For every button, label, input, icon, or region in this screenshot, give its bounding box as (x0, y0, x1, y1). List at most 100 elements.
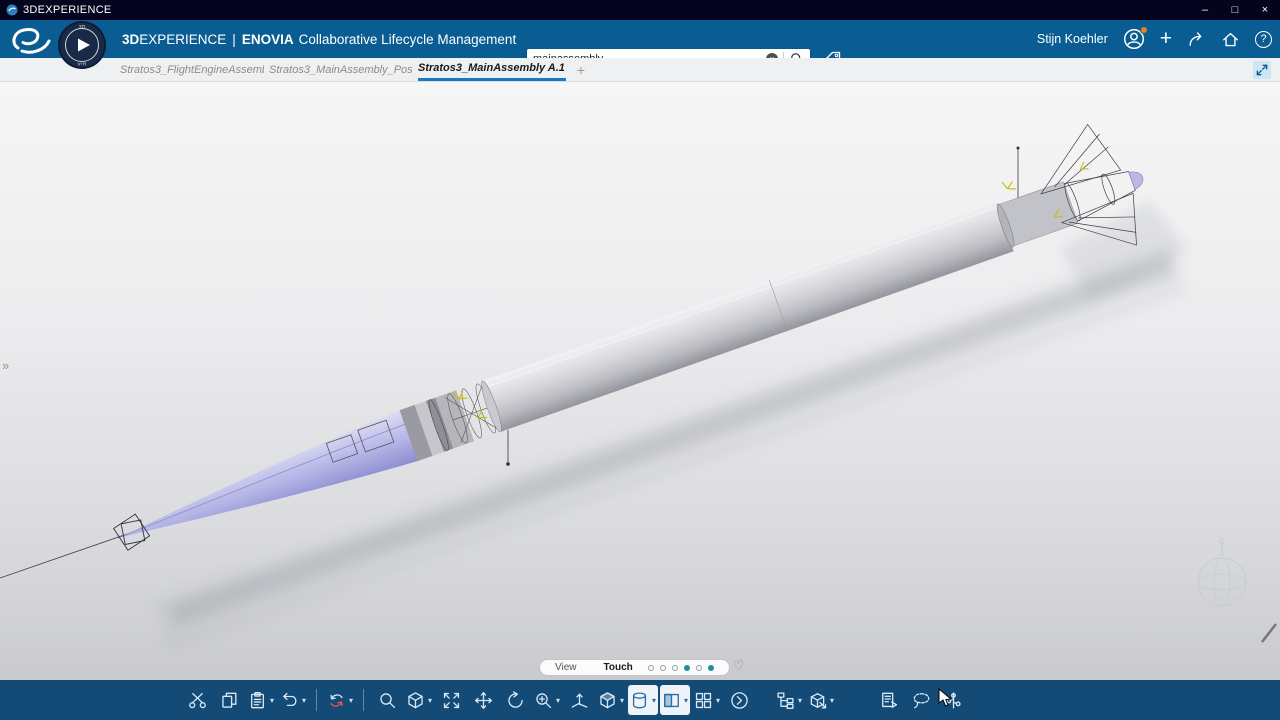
update-button[interactable]: ▾ (325, 685, 355, 715)
mode-dot[interactable] (708, 665, 714, 671)
3d-scene (0, 82, 1280, 680)
home-button[interactable] (1221, 30, 1240, 49)
fit-all-icon (442, 691, 461, 710)
mode-dot[interactable] (696, 665, 702, 671)
update-icon (327, 691, 346, 710)
view-mode-label: View (555, 662, 577, 673)
rotate-button[interactable] (500, 685, 530, 715)
annotation-notes-icon (880, 691, 899, 710)
3d-viewport[interactable] (0, 82, 1280, 680)
dropdown-caret-icon[interactable]: ▾ (798, 696, 802, 705)
compass-bottom-label: V+R (78, 62, 88, 67)
capture-box-button[interactable]: ▾ (806, 685, 836, 715)
rotation-manipulator[interactable] (1198, 539, 1246, 606)
share-button[interactable] (1187, 30, 1206, 49)
ground-shadow-icon (662, 691, 681, 710)
edge-mark (1262, 624, 1276, 642)
mode-dot[interactable] (672, 665, 678, 671)
tab-bar: Stratos3_FlightEngineAssembl Stratos3_Ma… (0, 58, 1280, 82)
mode-dots (648, 665, 714, 671)
structure-tree-button[interactable]: ▾ (774, 685, 804, 715)
ground-shadow-button[interactable]: ▾ (660, 685, 690, 715)
normal-view-icon (570, 691, 589, 710)
select-lasso-button[interactable] (906, 685, 936, 715)
toolbar-separator (363, 689, 364, 711)
waypoint-path-button[interactable] (938, 685, 968, 715)
dropdown-caret-icon[interactable]: ▾ (270, 696, 274, 705)
compass-top-label: 3D (79, 25, 86, 31)
more-commands-button[interactable] (724, 685, 754, 715)
cut-button[interactable] (182, 685, 212, 715)
rocket-shadow (136, 195, 1202, 653)
iso-view-icon (406, 691, 425, 710)
app-name: ENOVIA (242, 32, 294, 47)
iso-view-button[interactable]: ▾ (404, 685, 434, 715)
waypoint-path-icon (944, 691, 963, 710)
zoom-icon (534, 691, 553, 710)
minimize-button[interactable]: – (1190, 0, 1220, 20)
help-button[interactable]: ? (1255, 31, 1272, 48)
render-style-button[interactable]: ▾ (628, 685, 658, 715)
view-cube-button[interactable]: ▾ (596, 685, 626, 715)
mode-dot[interactable] (648, 665, 654, 671)
tab-main-assembly-post[interactable]: Stratos3_MainAssembly_PostS (269, 58, 413, 81)
dropdown-caret-icon[interactable]: ▾ (716, 696, 720, 705)
brand-bold: 3D (122, 32, 139, 47)
structure-tree-icon (776, 691, 795, 710)
compass-icon[interactable]: 3D V+R (57, 20, 107, 70)
copy-icon (220, 691, 239, 710)
multi-view-button[interactable]: ▾ (692, 685, 722, 715)
expand-viewport-button[interactable] (1253, 61, 1271, 79)
window-title: 3DEXPERIENCE (23, 4, 112, 16)
toolbar-separator (316, 689, 317, 711)
dropdown-caret-icon[interactable]: ▾ (302, 696, 306, 705)
zoom-area-button[interactable] (372, 685, 402, 715)
pan-button[interactable] (468, 685, 498, 715)
left-panel-expander[interactable]: » (2, 358, 9, 373)
dropdown-caret-icon[interactable]: ▾ (684, 696, 688, 705)
title-bar: 3DEXPERIENCE – □ × (0, 0, 1280, 20)
capture-box-icon (808, 691, 827, 710)
view-cube-icon (598, 691, 617, 710)
home-icon (1221, 30, 1240, 49)
dropdown-caret-icon[interactable]: ▾ (349, 696, 353, 705)
view-mode-pill[interactable]: View Touch (539, 659, 730, 676)
dropdown-caret-icon[interactable]: ▾ (652, 696, 656, 705)
zoom-button[interactable]: ▾ (532, 685, 562, 715)
bottom-toolbar: ▾ ▾ ▾ ▾ ▾ ▾ ▾ ▾ ▾ ▾ ▾ (0, 680, 1280, 720)
mode-dot[interactable] (684, 665, 690, 671)
copy-button[interactable] (214, 685, 244, 715)
touch-mode-label[interactable]: Touch (604, 662, 633, 673)
tab-flight-engine-assembly[interactable]: Stratos3_FlightEngineAssembl (120, 58, 264, 81)
close-button[interactable]: × (1250, 0, 1280, 20)
mode-dot[interactable] (660, 665, 666, 671)
annotation-notes-button[interactable] (874, 685, 904, 715)
app-header: 3D V+R 3DEXPERIENCE | ENOVIA Collaborati… (0, 20, 1280, 58)
dropdown-caret-icon[interactable]: ▾ (428, 696, 432, 705)
dropdown-caret-icon[interactable]: ▾ (556, 696, 560, 705)
normal-view-button[interactable] (564, 685, 594, 715)
undo-button[interactable]: ▾ (278, 685, 308, 715)
tab-main-assembly-active[interactable]: Stratos3_MainAssembly A.1 (418, 58, 566, 81)
tab-label: Stratos3_FlightEngineAssembl (120, 64, 264, 76)
maximize-button[interactable]: □ (1220, 0, 1250, 20)
paste-icon (248, 691, 267, 710)
3dexperience-window: 3DEXPERIENCE – □ × 3D V+R 3DEXPERIENCE |… (0, 0, 1280, 720)
favorite-heart-icon[interactable]: ♡ (732, 657, 746, 674)
add-tab-button[interactable]: + (571, 58, 591, 81)
render-style-icon (630, 691, 649, 710)
dropdown-caret-icon[interactable]: ▾ (830, 696, 834, 705)
page-title: 3DEXPERIENCE | ENOVIA Collaborative Life… (122, 20, 516, 58)
add-content-button[interactable]: + (1160, 29, 1172, 49)
fit-all-button[interactable] (436, 685, 466, 715)
user-name[interactable]: Stijn Koehler (1037, 32, 1108, 46)
title-divider: | (232, 32, 236, 47)
paste-button[interactable]: ▾ (246, 685, 276, 715)
avatar[interactable] (1123, 28, 1145, 50)
rotate-icon (506, 691, 525, 710)
share-icon (1187, 30, 1206, 49)
dropdown-caret-icon[interactable]: ▾ (620, 696, 624, 705)
app-subtitle: Collaborative Lifecycle Management (299, 32, 517, 47)
pan-icon (474, 691, 493, 710)
brand-light: EXPERIENCE (139, 32, 226, 47)
